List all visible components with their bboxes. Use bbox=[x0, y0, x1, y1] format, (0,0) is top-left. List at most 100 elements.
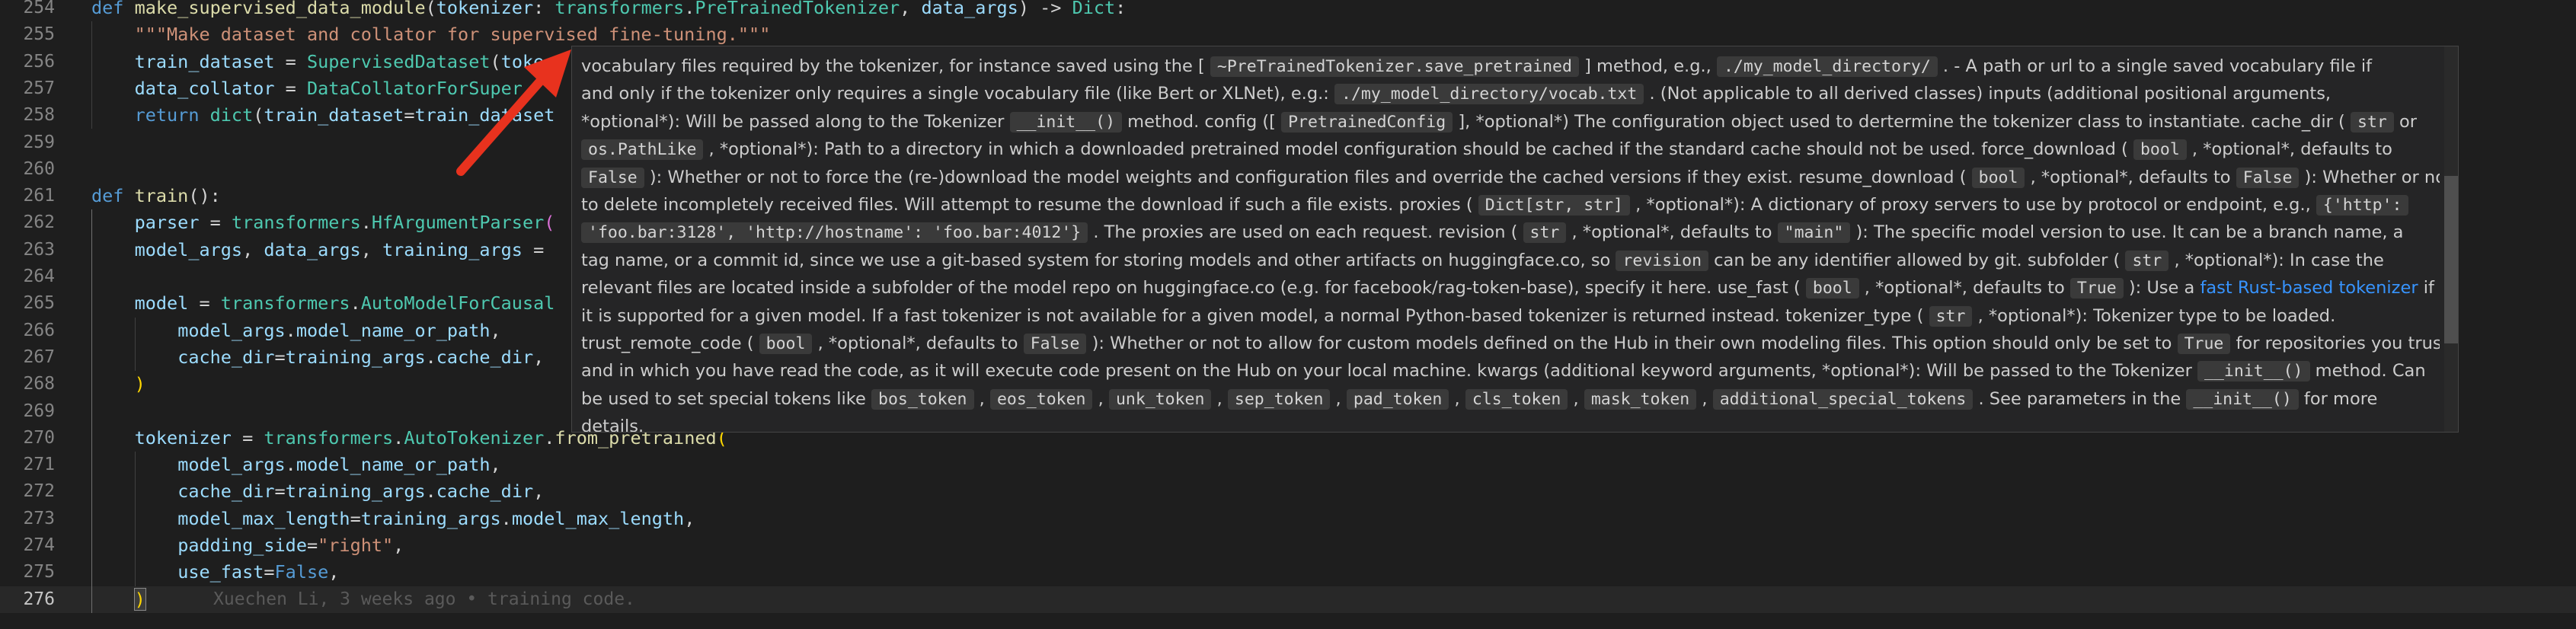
code-token: . bbox=[285, 454, 296, 476]
doc-line: details. bbox=[581, 413, 2440, 432]
doc-text: , *optional*): In case the bbox=[2169, 250, 2384, 270]
code-token: model_name_or_path bbox=[296, 319, 491, 341]
code-line[interactable]: 271 model_args.model_name_or_path, bbox=[0, 452, 2576, 478]
inline-code: Dict[str, str] bbox=[1478, 194, 1630, 216]
code-token: = bbox=[264, 561, 275, 583]
line-number: 255 bbox=[23, 24, 55, 45]
line-number: 257 bbox=[23, 78, 55, 98]
code-token: model_name_or_path bbox=[296, 454, 491, 476]
doc-text: , bbox=[1696, 388, 1713, 409]
code-token: cache_dir bbox=[177, 481, 275, 503]
code-token: , bbox=[900, 0, 922, 18]
code-line[interactable]: 254 def make_supervised_data_module(token… bbox=[0, 0, 2576, 21]
doc-text: , *optional*, defaults to bbox=[2025, 167, 2236, 187]
doc-text: ): Whether or not to force the (re-)down… bbox=[644, 167, 1972, 187]
code-token: """Make dataset and collator for supervi… bbox=[134, 24, 771, 46]
inline-code: bos_token bbox=[871, 388, 974, 410]
code-token: training_args bbox=[360, 507, 501, 529]
doc-text: , bbox=[973, 388, 990, 409]
inline-code: {'http': bbox=[2316, 194, 2409, 216]
inline-code: __init__() bbox=[2186, 388, 2299, 410]
line-number: 270 bbox=[23, 427, 55, 448]
doc-text: . See parameters in the bbox=[1973, 388, 2187, 409]
code-line[interactable]: 274 padding_side="right", bbox=[0, 532, 2576, 559]
inline-code: os.PathLike bbox=[581, 139, 704, 161]
inline-code: True bbox=[2177, 333, 2231, 354]
code-token: ( bbox=[425, 0, 436, 18]
code-line[interactable]: 255 """Make dataset and collator for sup… bbox=[0, 21, 2576, 48]
doc-text: method. config ([ bbox=[1122, 111, 1282, 132]
code-token: = bbox=[350, 507, 361, 529]
inline-code: bool bbox=[1971, 167, 2025, 188]
indent-guide bbox=[91, 209, 92, 613]
code-token: . bbox=[684, 0, 695, 18]
code-line[interactable]: 276 ) Xuechen Li, 3 weeks ago • training … bbox=[0, 586, 2576, 613]
code-token: ) bbox=[134, 373, 145, 395]
line-number: 272 bbox=[23, 481, 55, 502]
code-line[interactable]: 272 cache_dir=training_args.cache_dir, bbox=[0, 478, 2576, 505]
line-number: 271 bbox=[23, 455, 55, 475]
inline-code: __init__() bbox=[1009, 111, 1123, 133]
code-token: model bbox=[134, 292, 189, 314]
code-token: = bbox=[306, 535, 318, 556]
inline-code: 'foo.bar:3128', 'http://hostname': 'foo.… bbox=[581, 222, 1088, 244]
inline-code: ~PreTrainedTokenizer.save_pretrained bbox=[1210, 56, 1579, 77]
inline-code: ./my_model_directory/ bbox=[1716, 56, 1938, 77]
code-token: , bbox=[360, 238, 383, 260]
code-token: data_collator bbox=[134, 77, 275, 99]
code-token: return bbox=[134, 104, 210, 126]
hover-tooltip[interactable]: vocabulary files required by the tokeniz… bbox=[571, 46, 2459, 433]
line-number: 259 bbox=[23, 132, 55, 152]
code-token: . bbox=[425, 481, 436, 503]
code-text: cache_dir=training_args.cache_dir, bbox=[91, 344, 544, 371]
doc-text: or bbox=[2393, 111, 2418, 132]
doc-text: can be any identifier allowed by git. su… bbox=[1708, 250, 2126, 270]
doc-link[interactable]: fast Rust-based tokenizer bbox=[2200, 278, 2418, 298]
doc-text: , *optional*): Tokenizer type to be load… bbox=[1972, 305, 2336, 326]
code-token: dict bbox=[209, 104, 254, 126]
hover-scrollbar-thumb[interactable] bbox=[2444, 176, 2458, 343]
line-number: 269 bbox=[23, 401, 55, 421]
indent-guide bbox=[134, 452, 136, 586]
inline-code: revision bbox=[1616, 250, 1709, 271]
doc-line: trust_remote_code ( bool , *optional*, d… bbox=[581, 330, 2440, 357]
code-line[interactable]: 275 use_fast=False, bbox=[0, 559, 2576, 586]
code-line[interactable]: 273 model_max_length=training_args.model… bbox=[0, 506, 2576, 532]
doc-text: trust_remote_code ( bbox=[581, 333, 759, 353]
doc-line: 'foo.bar:3128', 'http://hostname': 'foo.… bbox=[581, 219, 2440, 246]
line-number: 264 bbox=[23, 267, 55, 286]
code-token: cache_dir bbox=[177, 346, 275, 368]
code-token: = bbox=[274, 50, 307, 72]
code-text: def make_supervised_data_module(tokenize… bbox=[91, 0, 1126, 21]
code-token: train_dataset bbox=[264, 104, 404, 126]
inline-code: False bbox=[2236, 167, 2300, 188]
doc-text: to delete incompletely received files. W… bbox=[581, 194, 1478, 215]
line-number: 254 bbox=[23, 0, 55, 18]
inline-code: True bbox=[2069, 278, 2124, 299]
doc-text: be used to set special tokens like bbox=[581, 388, 871, 409]
line-number: 273 bbox=[23, 508, 55, 528]
code-token: "right" bbox=[318, 535, 394, 556]
code-token: AutoModelForCausal bbox=[360, 292, 555, 314]
code-token: training_args bbox=[285, 346, 426, 368]
inline-code: PretrainedConfig bbox=[1281, 111, 1453, 133]
inline-code: "main" bbox=[1777, 222, 1851, 244]
code-token: (): bbox=[188, 185, 221, 207]
line-number: 261 bbox=[23, 186, 55, 206]
doc-text: , *optional*): A dictionary of proxy ser… bbox=[1630, 194, 2316, 215]
doc-text: for repositories you trust bbox=[2230, 333, 2440, 353]
code-token: = bbox=[188, 292, 221, 314]
git-blame-annotation: Xuechen Li, 3 weeks ago • training code. bbox=[213, 589, 635, 609]
code-token: . bbox=[500, 507, 512, 529]
inline-code: bool bbox=[759, 333, 813, 354]
code-text: parser = transformers.HfArgumentParser( bbox=[91, 209, 555, 236]
code-text: model_max_length=training_args.model_max… bbox=[91, 506, 695, 532]
code-token: : bbox=[1115, 0, 1127, 18]
doc-text: , *optional*, defaults to bbox=[1566, 222, 1778, 243]
code-token: cache_dir bbox=[436, 481, 534, 503]
inline-code: mask_token bbox=[1584, 388, 1697, 410]
